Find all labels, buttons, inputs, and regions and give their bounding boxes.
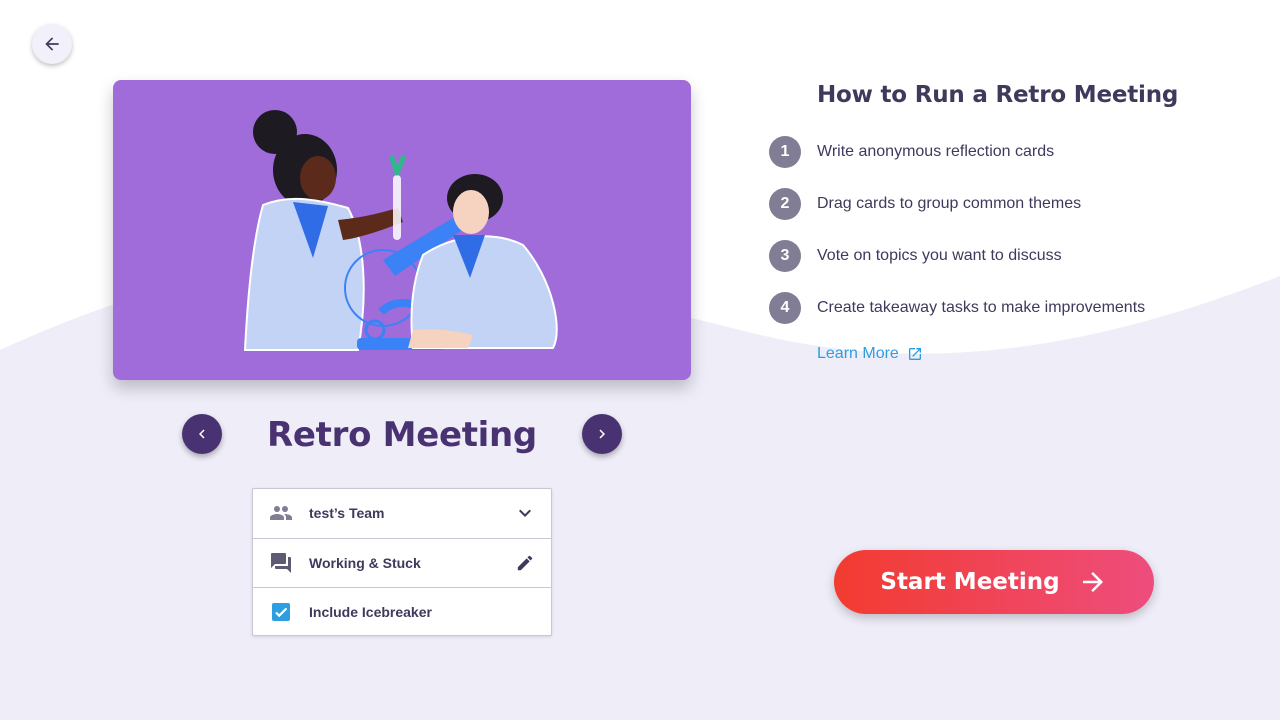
meeting-type-title: Retro Meeting: [267, 415, 537, 455]
step-item: 3 Vote on topics you want to discuss: [769, 240, 1062, 272]
template-select[interactable]: Working & Stuck: [253, 538, 551, 587]
step-number-badge: 2: [769, 188, 801, 220]
template-label: Working & Stuck: [309, 555, 421, 571]
meeting-settings-panel: test’s Team Working & Stuck Include Iceb…: [252, 488, 552, 636]
learn-more-link[interactable]: Learn More: [817, 343, 923, 365]
step-number-badge: 4: [769, 292, 801, 324]
step-text: Write anonymous reflection cards: [817, 143, 1055, 160]
icebreaker-label: Include Icebreaker: [309, 604, 432, 620]
arrow-right-icon: [1082, 572, 1103, 592]
step-text: Vote on topics you want to discuss: [817, 247, 1062, 264]
back-button[interactable]: [32, 24, 72, 64]
step-item: 1 Write anonymous reflection cards: [769, 136, 1054, 168]
step-text: Drag cards to group common themes: [817, 195, 1082, 212]
step-item: 2 Drag cards to group common themes: [769, 188, 1081, 220]
chevron-right-icon: [599, 429, 605, 439]
team-select[interactable]: test’s Team: [253, 489, 551, 538]
next-meeting-button[interactable]: [582, 414, 622, 454]
open-in-new-icon: [908, 348, 921, 360]
step-text: Create takeaway tasks to make improvemen…: [817, 299, 1146, 316]
start-meeting-label: Start Meeting: [880, 569, 1060, 595]
scientists-illustration: [243, 110, 558, 351]
team-label: test’s Team: [309, 505, 385, 521]
previous-meeting-button[interactable]: [182, 414, 222, 454]
icebreaker-checkbox-row[interactable]: Include Icebreaker: [253, 587, 551, 636]
group-icon: [270, 506, 292, 520]
chevron-down-icon: [519, 509, 531, 517]
pencil-icon: [517, 555, 533, 571]
start-meeting-button[interactable]: Start Meeting: [834, 550, 1154, 614]
arrow-left-icon: [45, 37, 59, 51]
guide-title: How to Run a Retro Meeting: [817, 82, 1179, 108]
forum-icon: [271, 553, 291, 573]
step-number-badge: 1: [769, 136, 801, 168]
learn-more-label: Learn More: [817, 345, 899, 362]
step-item: 4 Create takeaway tasks to make improvem…: [769, 292, 1145, 324]
meeting-illustration: [113, 80, 691, 380]
chevron-left-icon: [199, 429, 205, 439]
step-number-badge: 3: [769, 240, 801, 272]
checkbox-icon[interactable]: [269, 600, 293, 624]
